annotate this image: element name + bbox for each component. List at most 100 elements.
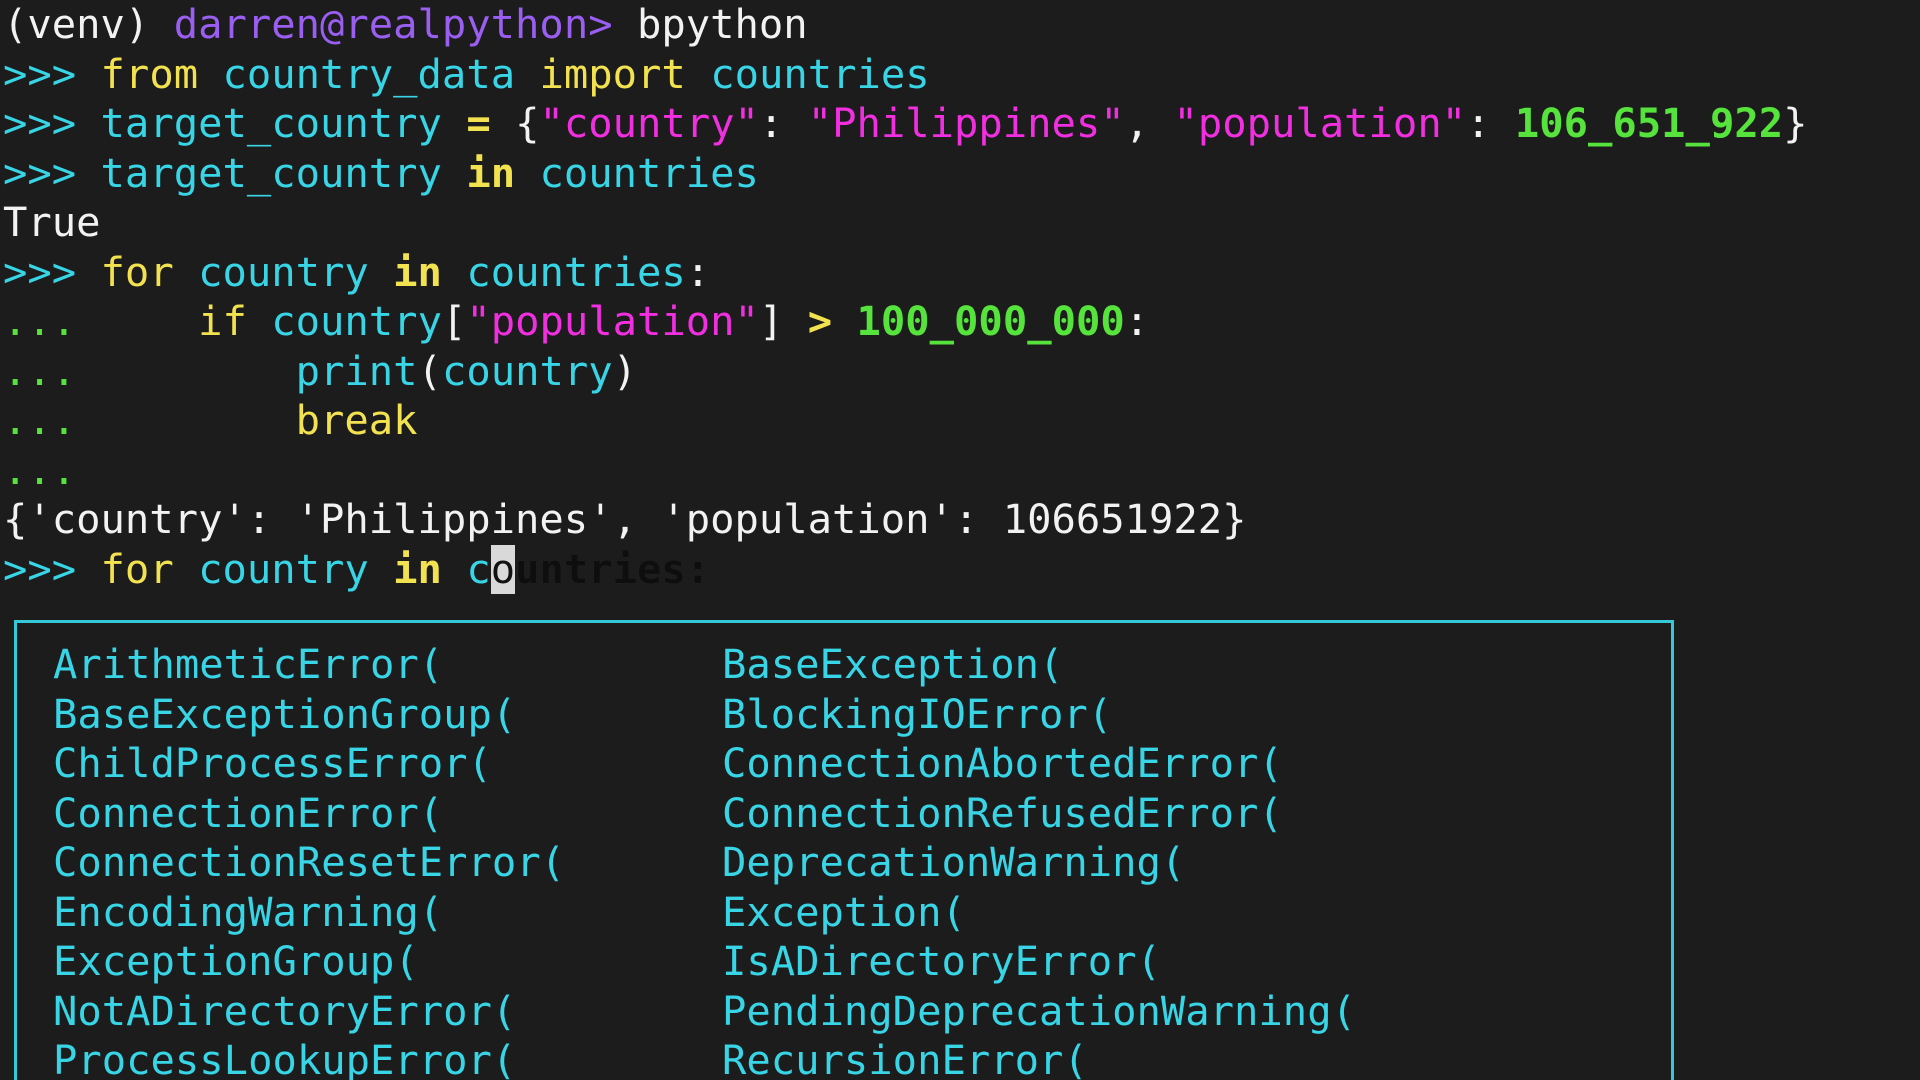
code-token: >>> <box>3 544 101 593</box>
code-token: > <box>807 297 833 345</box>
code-token: for <box>100 544 174 593</box>
code-token: = <box>466 99 491 147</box>
code-token: target_country <box>100 99 442 147</box>
autocomplete-item[interactable]: ConnectionAbortedError( <box>722 739 1283 789</box>
code-token: ... <box>3 346 101 395</box>
code-token: 100_000_000 <box>856 297 1125 345</box>
code-token: target_country <box>100 148 442 197</box>
code-token: in <box>393 544 442 593</box>
text-cursor: o <box>490 544 516 594</box>
autocomplete-item[interactable]: ExceptionGroup( <box>53 937 419 987</box>
code-token: ... <box>3 445 101 494</box>
code-token: (venv) <box>3 0 174 48</box>
code-token: country <box>198 544 369 593</box>
code-token: "country" <box>539 99 759 147</box>
code-token: , <box>1124 99 1174 147</box>
code-token: : <box>685 247 711 296</box>
autocomplete-item[interactable]: RecursionError( <box>722 1036 1088 1080</box>
code-token: import <box>539 49 686 98</box>
code-token: countries <box>466 247 686 296</box>
code-token: : <box>758 99 808 147</box>
code-token: [ <box>441 297 467 345</box>
code-token: : <box>1466 99 1515 147</box>
code-token: "Philippines" <box>807 99 1125 147</box>
code-token: break <box>295 396 418 444</box>
terminal-line: ... print(country) <box>3 347 637 397</box>
code-token: ] <box>758 297 784 345</box>
autocomplete-item[interactable]: ChildProcessError( <box>53 739 492 789</box>
code-token: countries <box>710 49 930 98</box>
code-token: print <box>295 346 418 395</box>
code-token: { <box>515 99 540 147</box>
terminal-line: >>> for country in countries: <box>3 248 710 298</box>
code-token: 106_651_922 <box>1514 99 1784 147</box>
code-token: if <box>198 297 247 345</box>
bpython-terminal[interactable]: (venv) darren@realpython> bpython >>> fro… <box>0 0 1920 1080</box>
autocomplete-item[interactable]: Exception( <box>722 888 966 938</box>
code-token: darren@realpython> <box>173 0 613 48</box>
code-token: : <box>1124 297 1150 345</box>
code-token: country_data <box>222 49 516 98</box>
autocomplete-item[interactable]: ConnectionResetError( <box>53 838 565 888</box>
code-token: } <box>1783 99 1808 147</box>
autocomplete-item[interactable]: BaseExceptionGroup( <box>53 690 516 740</box>
code-token: "population" <box>466 297 759 345</box>
code-token: in <box>466 148 516 197</box>
autocomplete-item[interactable]: BlockingIOError( <box>722 690 1112 740</box>
code-token: {'country': 'Philippines', 'population':… <box>3 495 1247 543</box>
terminal-line: True <box>3 198 101 248</box>
code-token: country <box>198 247 369 296</box>
code-token: >>> <box>3 148 101 197</box>
autocomplete-item[interactable]: DeprecationWarning( <box>722 838 1185 888</box>
autosuggest-ghost-text: untries: <box>515 544 711 593</box>
code-token: country <box>441 346 613 395</box>
terminal-line: (venv) darren@realpython> bpython <box>3 0 808 50</box>
autocomplete-item[interactable]: EncodingWarning( <box>53 888 443 938</box>
code-token: c <box>466 544 491 593</box>
terminal-line: >>> for country in countries: <box>3 544 711 594</box>
terminal-line: >>> target_country in countries <box>3 149 759 199</box>
terminal-line: >>> from country_data import countries <box>3 50 930 100</box>
code-token: >>> <box>3 99 101 147</box>
code-token: >>> <box>3 247 101 296</box>
code-token: ) <box>612 346 638 395</box>
code-token: "population" <box>1173 99 1467 147</box>
terminal-line: {'country': 'Philippines', 'population':… <box>3 495 1247 545</box>
autocomplete-item[interactable]: ProcessLookupError( <box>53 1036 516 1080</box>
autocomplete-item[interactable]: PendingDeprecationWarning( <box>722 987 1356 1037</box>
code-token: True <box>3 198 101 246</box>
autocomplete-item[interactable]: NotADirectoryError( <box>53 987 516 1037</box>
autocomplete-item[interactable]: BaseException( <box>722 640 1063 690</box>
code-token: from <box>100 49 199 98</box>
code-token: for <box>100 247 174 296</box>
terminal-line: >>> target_country = {"country": "Philip… <box>3 99 1807 149</box>
autocomplete-item[interactable]: ConnectionRefusedError( <box>722 789 1283 839</box>
autocomplete-item[interactable]: ConnectionError( <box>53 789 443 839</box>
autocomplete-popup: ArithmeticError(BaseExceptionGroup(Child… <box>14 620 1674 1080</box>
code-token: bpython <box>612 0 808 48</box>
autocomplete-item[interactable]: IsADirectoryError( <box>722 937 1161 987</box>
code-token: ( <box>417 346 442 395</box>
autocomplete-item[interactable]: ArithmeticError( <box>53 640 443 690</box>
terminal-line: ... break <box>3 396 418 446</box>
code-token: countries <box>539 148 759 197</box>
